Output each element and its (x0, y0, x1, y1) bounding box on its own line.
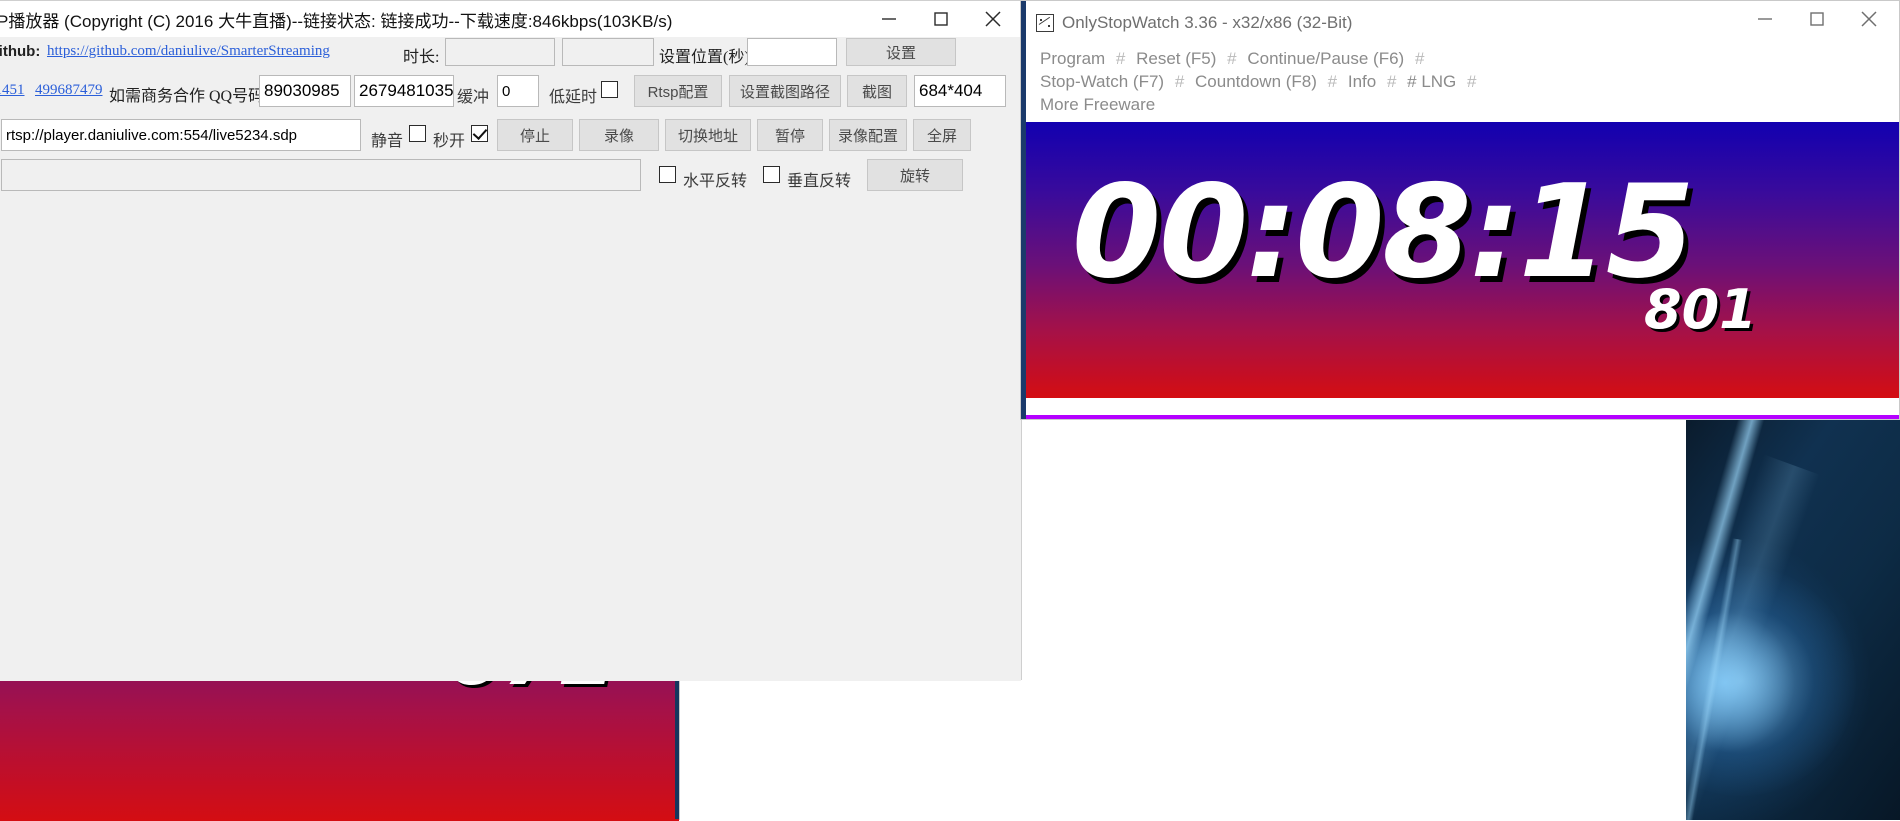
stopwatch-icon (1036, 14, 1054, 32)
stopwatch-primary-menu[interactable]: Program # Reset (F5) # Continue/Pause (F… (1026, 45, 1899, 122)
player-window[interactable]: P播放器 (Copyright (C) 2016 大牛直播)--链接状态: 链接… (0, 0, 1022, 681)
menu-item-more-freeware[interactable]: More Freeware (1040, 95, 1155, 114)
player-title: P播放器 (Copyright (C) 2016 大牛直播)--链接状态: 链接… (0, 11, 673, 31)
extra-field[interactable] (1, 159, 641, 191)
menu-item-reset[interactable]: Reset (F5) (1136, 49, 1216, 68)
maximize-icon (934, 12, 948, 26)
menu-row[interactable]: More Freeware (1040, 93, 1885, 116)
pause-button[interactable]: 暂停 (757, 119, 823, 151)
menu-separator: # (1227, 49, 1237, 68)
duration-label: 时长: (403, 49, 440, 66)
fullscreen-button[interactable]: 全屏 (913, 119, 971, 151)
record-button[interactable]: 录像 (579, 119, 659, 151)
mute-checkbox[interactable] (409, 125, 426, 142)
menu-separator: # (1414, 49, 1425, 68)
stopwatch-primary-time: 00:08:15 (1072, 158, 1695, 307)
set-position-label: 设置位置(秒): (659, 49, 755, 66)
rotate-button[interactable]: 旋转 (867, 159, 963, 191)
instant-open-checkbox[interactable] (471, 125, 488, 142)
menu-item-stop-watch[interactable]: Stop-Watch (F7) (1040, 72, 1164, 91)
instant-open-label: 秒开 (433, 133, 466, 150)
vertical-flip-label: 垂直反转 (787, 173, 852, 190)
minimize-icon (1758, 18, 1772, 20)
stopwatch-window-primary[interactable]: OnlyStopWatch 3.36 - x32/x86 (32-Bit) Pr… (1020, 0, 1900, 420)
horizontal-flip-checkbox[interactable] (659, 166, 676, 183)
minimize-icon (882, 18, 896, 20)
stream-url-field[interactable]: rtsp://player.daniulive.com:554/live5234… (1, 119, 361, 151)
switch-url-button[interactable]: 切换地址 (665, 119, 751, 151)
wallpaper-image (1686, 416, 1900, 820)
maximize-button[interactable] (1791, 1, 1843, 37)
menu-item-continue-pause[interactable]: Continue/Pause (F6) (1247, 49, 1404, 68)
minimize-button[interactable] (1739, 1, 1791, 37)
menu-separator: # (1174, 72, 1185, 91)
menu-row[interactable]: Program # Reset (F5) # Continue/Pause (F… (1040, 47, 1885, 70)
player-close-button[interactable] (967, 1, 1019, 37)
stopwatch-primary-title: OnlyStopWatch 3.36 - x32/x86 (32-Bit) (1062, 13, 1353, 32)
player-titlebar[interactable]: P播放器 (Copyright (C) 2016 大牛直播)--链接状态: 链接… (0, 1, 1021, 37)
window-bottom-accent (1026, 415, 1899, 419)
stopwatch-primary-display[interactable]: 00:08:15 801 (1026, 122, 1899, 398)
player-body: Github: https://github.com/daniulive/Sma… (0, 37, 1021, 681)
github-link[interactable]: https://github.com/daniulive/SmarterStre… (47, 43, 330, 60)
menu-separator: # (1115, 49, 1126, 68)
menu-item-info[interactable]: Info (1348, 72, 1376, 91)
menu-item-lng[interactable]: # LNG (1407, 72, 1456, 91)
set-button[interactable]: 设置 (846, 38, 956, 66)
stop-button[interactable]: 停止 (497, 119, 573, 151)
maximize-icon (1810, 12, 1824, 26)
qq-field-1[interactable]: 89030985 (259, 75, 351, 107)
menu-separator: # (1467, 72, 1477, 91)
buffer-field[interactable]: 0 (497, 75, 539, 107)
set-position-field[interactable] (747, 38, 837, 66)
stopwatch-primary-milliseconds: 801 (1644, 278, 1757, 341)
resolution-field[interactable]: 684*404 (914, 75, 1006, 107)
snapshot-button[interactable]: 截图 (847, 75, 907, 107)
qq-link-2[interactable]: 499687479 (35, 82, 103, 99)
low-latency-checkbox[interactable] (601, 81, 618, 98)
menu-item-countdown[interactable]: Countdown (F8) (1195, 72, 1317, 91)
menu-item-program[interactable]: Program (1040, 49, 1105, 68)
position-field[interactable] (562, 38, 654, 66)
horizontal-flip-label: 水平反转 (683, 173, 748, 190)
qq-field-2[interactable]: 2679481035 (354, 75, 454, 107)
close-button[interactable] (1843, 1, 1895, 37)
menu-separator: # (1386, 72, 1397, 91)
business-cooperation-label: 如需商务合作 QQ号码: (109, 88, 269, 105)
duration-field[interactable] (445, 38, 555, 66)
player-maximize-button[interactable] (915, 1, 967, 37)
record-config-button[interactable]: 录像配置 (829, 119, 907, 151)
stopwatch-primary-titlebar[interactable]: OnlyStopWatch 3.36 - x32/x86 (32-Bit) (1026, 1, 1899, 45)
vertical-flip-checkbox[interactable] (763, 166, 780, 183)
github-label: Github: (0, 43, 41, 60)
buffer-label: 缓冲 (457, 89, 490, 106)
close-icon (1861, 11, 1877, 27)
rtsp-config-button[interactable]: Rtsp配置 (634, 75, 722, 107)
set-snapshot-path-button[interactable]: 设置截图路径 (729, 75, 841, 107)
mute-label: 静音 (371, 133, 404, 150)
qq-link-1[interactable]: 01451 (0, 82, 25, 99)
close-icon (985, 11, 1001, 27)
low-latency-label: 低延时 (549, 89, 598, 106)
menu-row[interactable]: Stop-Watch (F7) # Countdown (F8) # Info … (1040, 70, 1885, 93)
menu-separator: # (1327, 72, 1338, 91)
player-minimize-button[interactable] (863, 1, 915, 37)
